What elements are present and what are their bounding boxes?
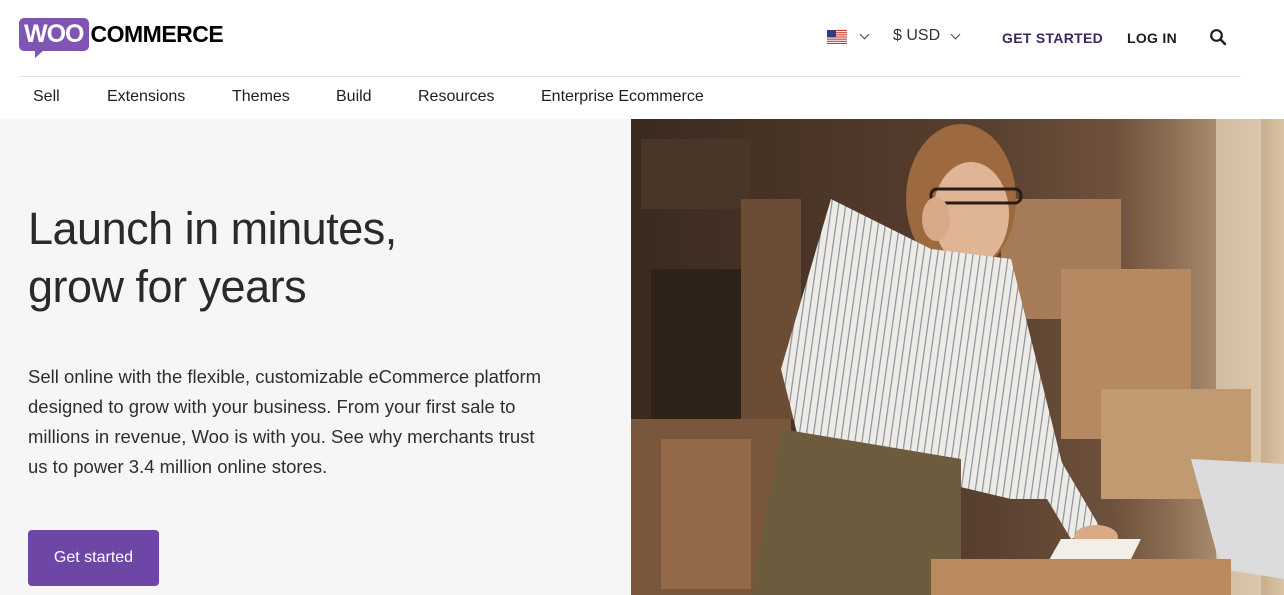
logo-commerce-text: COMMERCE xyxy=(90,21,224,47)
currency-label: $ USD xyxy=(893,27,941,44)
hero-description: Sell online with the flexible, customiza… xyxy=(28,366,542,477)
nav-item-label: Build xyxy=(336,88,372,105)
get-started-link[interactable]: GET STARTED xyxy=(1002,30,1103,46)
us-flag-icon xyxy=(827,30,847,44)
nav-item-enterprise-ecommerce[interactable]: Enterprise Ecommerce xyxy=(541,88,704,106)
nav-item-label: Enterprise Ecommerce xyxy=(541,88,704,105)
nav-item-extensions[interactable]: Extensions xyxy=(107,88,185,106)
login-link[interactable]: LOG IN xyxy=(1127,30,1177,46)
get-started-button[interactable]: Get started xyxy=(28,530,159,586)
chevron-down-icon xyxy=(950,29,961,40)
chevron-down-icon xyxy=(859,29,870,40)
top-bar: WOO COMMERCE $ USD GET STARTED LOG IN xyxy=(0,0,1284,76)
nav-item-label: Themes xyxy=(232,88,290,105)
hero-title: Launch in minutes, grow for years xyxy=(28,200,588,316)
hero-title-line-2: grow for years xyxy=(28,261,307,312)
nav-item-sell[interactable]: Sell xyxy=(33,88,60,106)
logo-woo-mark: WOO xyxy=(19,18,89,58)
nav-item-label: Extensions xyxy=(107,88,186,105)
nav-item-build[interactable]: Build xyxy=(336,88,372,106)
search-icon[interactable] xyxy=(1209,28,1227,46)
hero-title-line-1: Launch in minutes, xyxy=(28,203,397,254)
hero-image xyxy=(631,119,1284,595)
nav-item-label: Sell xyxy=(33,88,60,105)
nav-item-themes[interactable]: Themes xyxy=(232,88,290,106)
woocommerce-logo[interactable]: WOO COMMERCE xyxy=(19,18,224,58)
nav-item-resources[interactable]: Resources xyxy=(418,88,494,106)
hero-text-panel xyxy=(0,119,631,595)
hero-photo-illustration xyxy=(631,119,1284,595)
nav-item-label: Resources xyxy=(418,88,495,105)
header-divider xyxy=(20,76,1241,77)
